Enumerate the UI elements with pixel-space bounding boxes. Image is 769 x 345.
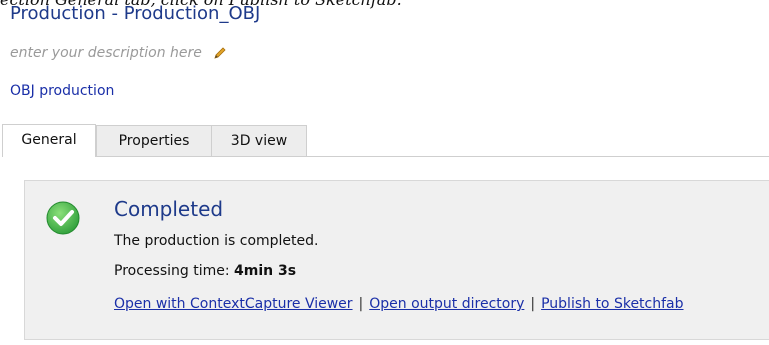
link-separator: |	[358, 296, 364, 312]
processing-time: Processing time: 4min 3s	[114, 261, 296, 281]
page-title: Production - Production_OBJ	[10, 4, 261, 24]
doc-text-after: .	[397, 0, 402, 9]
tab-bar: General Properties 3D view	[0, 124, 769, 157]
link-separator: |	[530, 296, 536, 312]
publish-sketchfab-link[interactable]: Publish to Sketchfab	[541, 296, 683, 312]
status-panel: Completed The production is completed. P…	[24, 180, 769, 340]
description-placeholder: enter your description here	[10, 45, 202, 61]
tab-general[interactable]: General	[2, 124, 96, 157]
open-viewer-link[interactable]: Open with ContextCapture Viewer	[114, 296, 353, 312]
pencil-icon[interactable]	[212, 45, 228, 61]
open-output-directory-link[interactable]: Open output directory	[369, 296, 524, 312]
tab-properties[interactable]: Properties	[96, 125, 212, 156]
description-field[interactable]: enter your description here	[10, 43, 228, 63]
tab-bar-baseline	[96, 156, 769, 157]
status-title: Completed	[114, 197, 224, 221]
processing-time-label: Processing time:	[114, 263, 230, 279]
action-links: Open with ContextCapture Viewer | Open out…	[114, 294, 684, 314]
tab-3d-view[interactable]: 3D view	[211, 125, 307, 156]
check-circle-icon	[45, 200, 81, 236]
production-type-link[interactable]: OBJ production	[10, 81, 114, 101]
status-message: The production is completed.	[114, 233, 319, 249]
processing-time-value: 4min 3s	[234, 263, 297, 279]
